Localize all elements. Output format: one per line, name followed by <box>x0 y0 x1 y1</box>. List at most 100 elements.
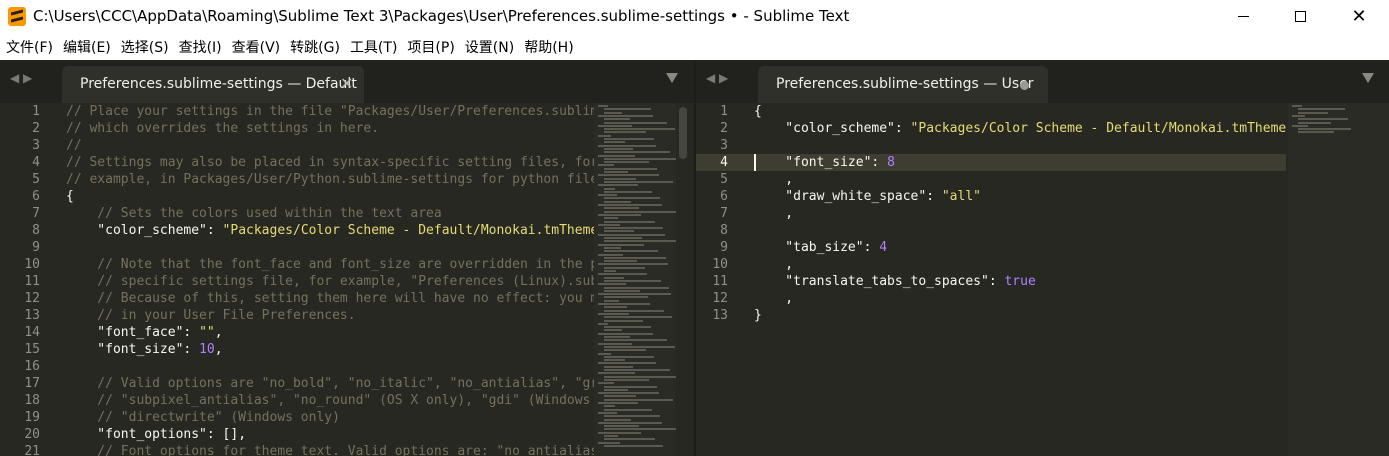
minimap-line <box>598 322 608 325</box>
menu-item[interactable]: 编辑(E) <box>63 37 111 57</box>
code-token: , <box>754 172 794 187</box>
right-tab-strip: ◀ ▶ Preferences.sublime-settings — User <box>696 60 1389 103</box>
code-line[interactable]: "tab_size": 4 <box>754 239 887 256</box>
minimap-line <box>604 118 630 121</box>
line-number: 8 <box>32 223 40 238</box>
minimap-line <box>604 309 664 312</box>
code-line[interactable]: "font_face": "", <box>66 324 222 341</box>
code-line[interactable]: , <box>754 256 793 273</box>
code-line[interactable]: "font_options": [], <box>66 426 246 443</box>
minimap-line <box>604 329 622 332</box>
menu-item[interactable]: 工具(T) <box>350 37 397 57</box>
vertical-scrollbar[interactable] <box>679 107 687 159</box>
minimap-line <box>598 421 662 424</box>
code-line[interactable]: , <box>754 171 793 188</box>
unsaved-dot-icon[interactable] <box>1020 81 1029 90</box>
minimap[interactable] <box>594 103 676 456</box>
code-line[interactable]: { <box>754 103 762 120</box>
code-token: : <box>863 240 880 255</box>
minimap-line <box>604 157 676 160</box>
left-editor[interactable]: 1 2 3 4 5 6 7 8 9 10 11 12 13 14 15 16 17 18 19 20 21 // Pla… <box>0 103 694 456</box>
minimap-line <box>604 230 634 233</box>
code-token: // which overrides the settings in here. <box>66 121 380 136</box>
code-token: true <box>1004 274 1036 289</box>
line-number: 5 <box>32 172 40 187</box>
menu-item[interactable]: 文件(F) <box>6 37 53 57</box>
minimap-line <box>604 197 660 200</box>
minimap-line <box>598 114 653 117</box>
tab-close-icon[interactable]: ✕ <box>340 74 353 93</box>
minimap-line <box>604 237 642 239</box>
minimap-line <box>604 359 625 362</box>
code-token: // "directwrite" (Windows only) <box>66 410 340 425</box>
right-editor[interactable]: 1 2 3 4 5 6 7 8 9 10 11 12 13 { "color_scheme": "Pac… <box>696 103 1389 456</box>
minimap[interactable] <box>1288 103 1389 456</box>
code-token: // Place your settings in the file "Pack… <box>66 104 594 119</box>
code-line[interactable]: // which overrides the settings in here. <box>66 120 379 137</box>
minimap-line <box>598 154 635 157</box>
code-line[interactable]: // Settings may also be placed in syntax… <box>66 154 594 171</box>
code-line[interactable]: "color_scheme": "Packages/Color Scheme -… <box>754 120 1286 137</box>
code-line[interactable]: // in your User File Preferences. <box>66 307 355 324</box>
minimap-line <box>604 227 663 230</box>
code-line[interactable]: // Font options for theme text. Valid op… <box>66 443 594 456</box>
code-line[interactable]: "font_size": 10, <box>66 341 222 358</box>
code-line[interactable]: // specific settings file, for example, … <box>66 273 594 290</box>
line-number: 15 <box>24 342 40 357</box>
code-area[interactable]: // Place your settings in the file "Pack… <box>66 103 594 456</box>
code-line[interactable]: // Place your settings in the file "Pack… <box>66 103 594 120</box>
code-line[interactable]: "translate_tabs_to_spaces": true <box>754 273 1036 290</box>
code-area[interactable]: { "color_scheme": "Packages/Color Scheme… <box>754 103 1286 456</box>
code-line[interactable]: // Because of this, setting them here wi… <box>66 290 594 307</box>
maximize-button[interactable] <box>1277 0 1323 33</box>
line-number: 9 <box>32 240 40 255</box>
minimap-line <box>604 375 676 378</box>
close-button[interactable]: ✕ <box>1336 0 1382 33</box>
code-token: 10 <box>199 342 215 357</box>
maximize-icon <box>1294 11 1306 22</box>
code-line[interactable]: // "subpixel_antialias", "no_round" (OS … <box>66 392 594 409</box>
minimap-line <box>598 243 644 246</box>
code-line[interactable]: { <box>66 188 74 205</box>
code-line[interactable]: } <box>754 307 762 324</box>
minimap-line <box>598 105 608 107</box>
tab-nav-arrows[interactable]: ◀ ▶ <box>10 71 32 85</box>
code-line[interactable]: "color_scheme": "Packages/Color Scheme -… <box>66 222 594 239</box>
minimap-line <box>598 223 620 226</box>
minimap-line <box>604 108 651 111</box>
minimap-line <box>598 342 632 345</box>
minimize-button[interactable] <box>1220 0 1266 33</box>
close-icon: ✕ <box>1351 6 1367 27</box>
menu-item[interactable]: 选择(S) <box>121 37 169 57</box>
menu-item[interactable]: 帮助(H) <box>524 37 573 57</box>
code-line[interactable]: , <box>754 290 793 307</box>
code-line[interactable]: // Note that the font_face and font_size… <box>66 256 594 273</box>
code-line[interactable]: "draw_white_space": "all" <box>754 188 981 205</box>
code-line[interactable]: // <box>66 137 82 154</box>
code-line[interactable]: "font_size": 8 <box>754 154 895 171</box>
menu-item[interactable]: 查找(I) <box>179 37 222 57</box>
menu-item[interactable]: 查看(V) <box>232 37 281 57</box>
tab-menu-chevron-icon[interactable] <box>1362 73 1374 83</box>
tab-label: Preferences.sublime-settings — User <box>776 76 1034 92</box>
menu-item[interactable]: 项目(P) <box>407 37 454 57</box>
menu-item[interactable]: 设置(N) <box>465 37 514 57</box>
minimap-line <box>1298 111 1328 114</box>
tab-nav-arrows[interactable]: ◀ ▶ <box>706 71 728 85</box>
line-number: 6 <box>720 189 728 204</box>
line-number: 19 <box>24 410 40 425</box>
sublime-text-icon <box>8 7 26 26</box>
line-number: 13 <box>712 308 728 323</box>
minimap-line <box>604 276 624 279</box>
code-line[interactable]: // Valid options are "no_bold", "no_ital… <box>66 375 594 392</box>
code-line[interactable]: // example, in Packages/User/Python.subl… <box>66 171 594 188</box>
tab-label: Preferences.sublime-settings — Default <box>80 76 357 92</box>
tab-default-settings[interactable]: Preferences.sublime-settings — Default ✕ <box>62 66 364 103</box>
menu-item[interactable]: 转跳(G) <box>290 37 340 57</box>
minimap-line <box>604 111 622 114</box>
tab-menu-chevron-icon[interactable] <box>666 73 678 83</box>
code-line[interactable]: , <box>754 205 793 222</box>
code-line[interactable]: // Sets the colors used within the text … <box>66 205 441 222</box>
code-line[interactable]: // "directwrite" (Windows only) <box>66 409 340 426</box>
tab-user-settings[interactable]: Preferences.sublime-settings — User <box>758 66 1048 103</box>
